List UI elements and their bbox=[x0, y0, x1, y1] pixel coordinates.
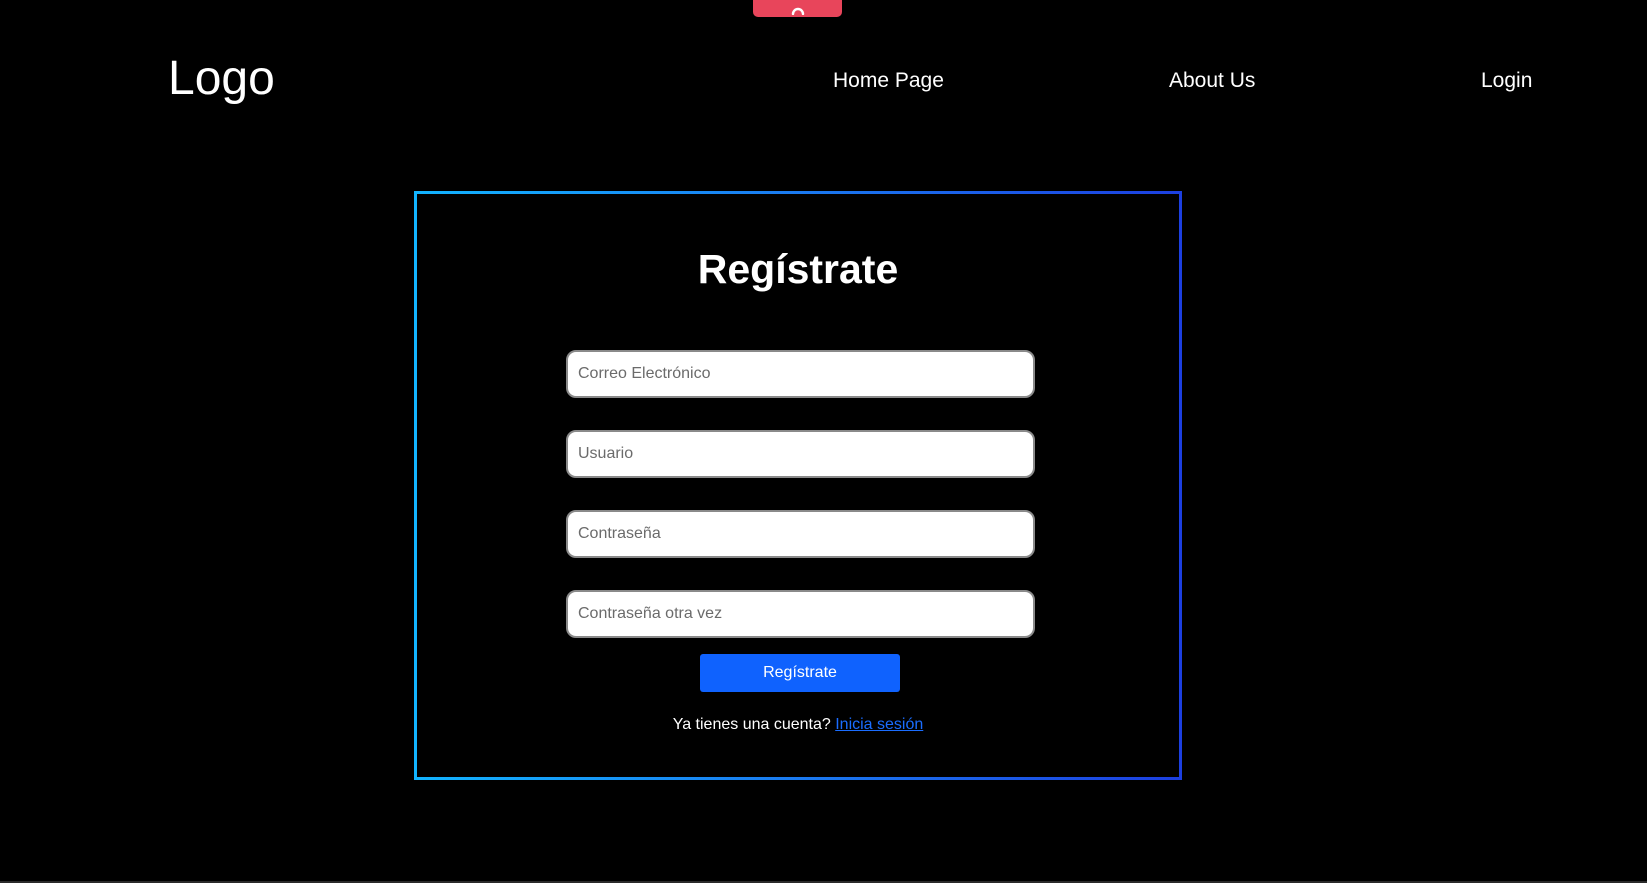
page: Logo Home Page About Us Login Regístrate… bbox=[0, 0, 1647, 883]
register-title: Regístrate bbox=[697, 246, 899, 292]
login-prompt-text: Ya tienes una cuenta? bbox=[672, 716, 836, 733]
nav-about-link[interactable]: About Us bbox=[1169, 68, 1255, 94]
password-field[interactable] bbox=[566, 510, 1035, 558]
login-link[interactable]: Inicia sesión bbox=[835, 716, 923, 733]
register-card: Regístrate Regístrate Ya tienes una cuen… bbox=[414, 191, 1182, 780]
username-field[interactable] bbox=[566, 430, 1035, 478]
password-repeat-field[interactable] bbox=[566, 590, 1035, 638]
email-field[interactable] bbox=[566, 350, 1035, 398]
register-button[interactable]: Regístrate bbox=[700, 654, 900, 692]
top-toggle-tab[interactable] bbox=[753, 0, 842, 17]
login-prompt: Ya tienes una cuenta? Inicia sesión bbox=[417, 715, 1179, 735]
nav-login-link[interactable]: Login bbox=[1481, 68, 1532, 94]
arc-icon bbox=[791, 3, 805, 15]
logo[interactable]: Logo bbox=[168, 50, 275, 108]
nav-home-link[interactable]: Home Page bbox=[833, 68, 944, 94]
